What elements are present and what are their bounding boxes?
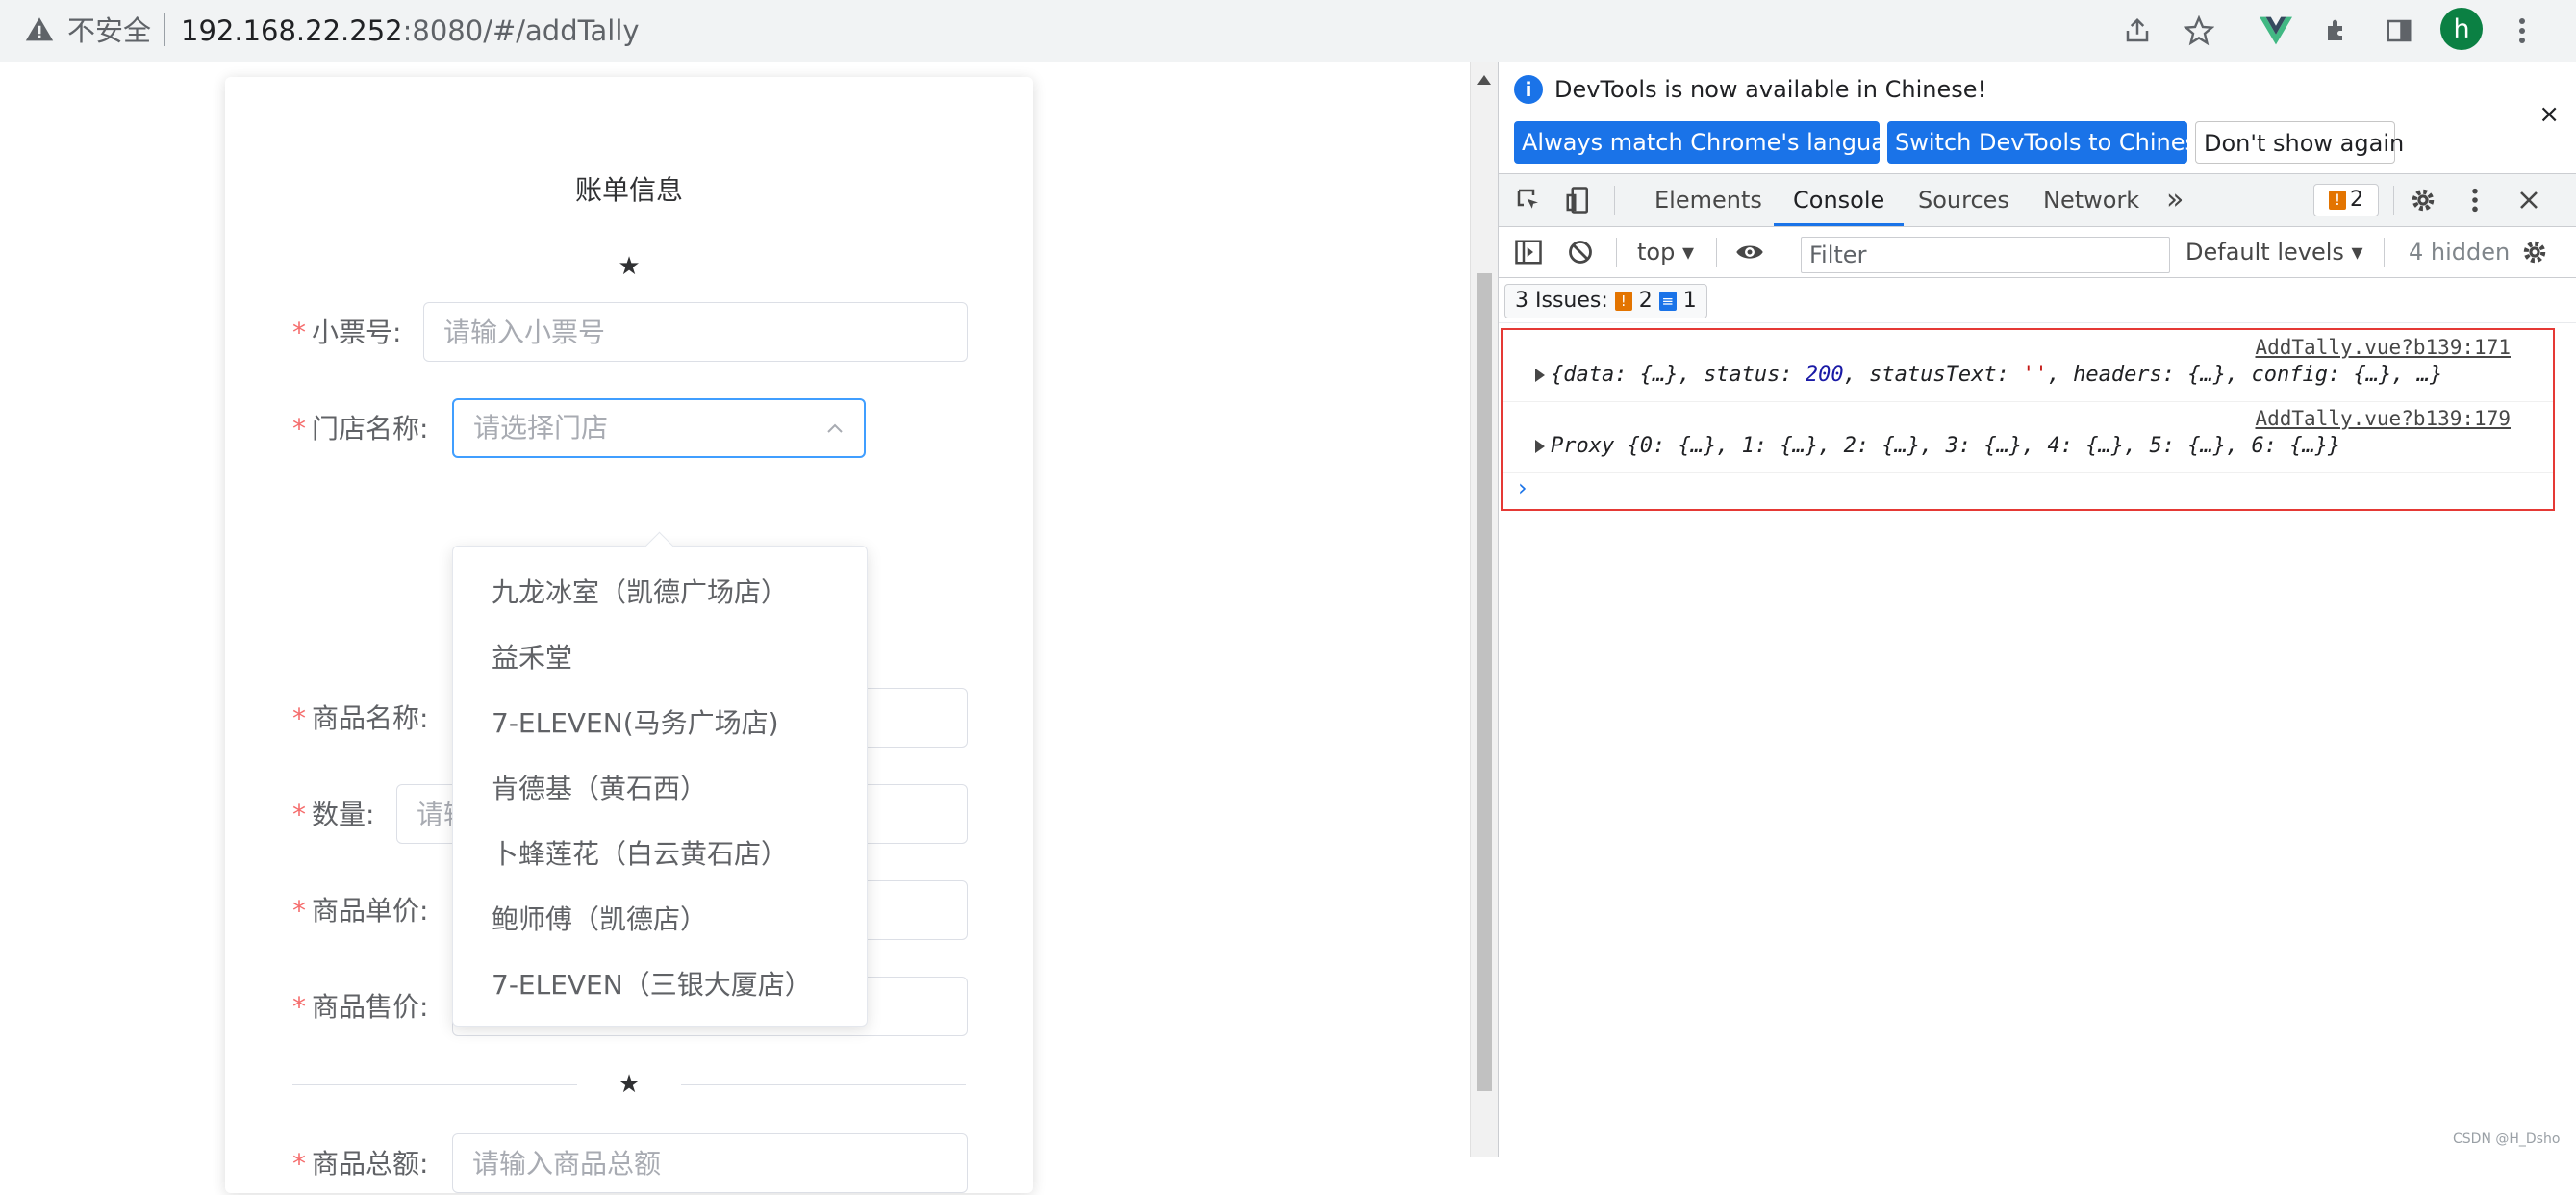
infobar-message: DevTools is now available in Chinese! — [1554, 76, 1987, 103]
store-option[interactable]: 九龙冰室（凯德广场店） — [453, 560, 867, 625]
log-message: {data: {…}, status: 200, statusText: '',… — [1551, 363, 2443, 387]
star-icon: ★ — [618, 1070, 641, 1099]
show-sidebar-icon[interactable] — [1514, 238, 1543, 267]
store-option[interactable]: 7-ELEVEN(马务广场店) — [453, 691, 867, 756]
bookmark-star-icon[interactable] — [2178, 10, 2220, 52]
store-dropdown: 九龙冰室（凯德广场店） 益禾堂 7-ELEVEN(马务广场店) 肯德基（黄石西）… — [452, 531, 868, 1027]
log-source-link[interactable]: AddTally.vue?b139:171 — [2255, 336, 2511, 359]
tab-network[interactable]: Network — [2043, 174, 2139, 226]
star-icon: ★ — [618, 252, 641, 281]
section-divider-3: ★ — [292, 1068, 966, 1101]
caret-down-icon: ▾ — [2351, 239, 2363, 266]
clear-console-icon[interactable] — [1566, 238, 1595, 267]
browser-menu-kebab-icon[interactable] — [2501, 10, 2543, 52]
log-message: Proxy {0: {…}, 1: {…}, 2: {…}, 3: {…}, 4… — [1551, 434, 2341, 458]
inspect-element-icon[interactable] — [1514, 186, 1543, 215]
watermark: CSDN @H_Dsho — [2453, 1131, 2561, 1147]
page-viewport: 账单信息 ★ *小票号: *门店名称: 请选择门店 *商品名称: *数量: — [0, 62, 1470, 1193]
page-scrollbar[interactable] — [1470, 62, 1498, 1157]
store-option[interactable]: 益禾堂 — [453, 625, 867, 691]
device-toolbar-icon[interactable] — [1564, 186, 1593, 215]
infobar-close-icon[interactable]: × — [2538, 100, 2560, 129]
total-label: * 商品总额: — [292, 1148, 429, 1180]
ticket-no-input[interactable] — [423, 302, 968, 362]
tab-elements[interactable]: Elements — [1654, 174, 1762, 226]
quantity-label: * 数量: — [292, 799, 375, 830]
scroll-up-arrow-icon[interactable] — [1477, 75, 1491, 85]
url-text[interactable]: 192.168.22.252:8080/#/addTally — [181, 10, 640, 52]
browser-address-bar: 不安全 192.168.22.252:8080/#/addTally h — [0, 0, 2576, 63]
console-settings-gear-icon[interactable] — [2520, 238, 2549, 267]
warning-icon: ! — [1614, 292, 1632, 311]
js-context-selector[interactable]: top ▾ — [1637, 227, 1694, 277]
console-prompt-icon[interactable]: › — [1518, 474, 1528, 501]
issues-counter-badge[interactable]: ! 2 — [2313, 184, 2379, 216]
info-icon: i — [1514, 75, 1543, 104]
section-divider: ★ — [292, 250, 966, 283]
context-label: top — [1637, 239, 1676, 266]
issues-info-count: 1 — [1682, 289, 1697, 313]
expand-triangle-icon[interactable] — [1535, 369, 1545, 382]
sale-price-label: * 商品售价: — [292, 991, 429, 1023]
issues-summary-button[interactable]: 3 Issues: ! 2 ≡ 1 — [1504, 284, 1707, 318]
devtools-tab-bar: Elements Console Sources Network » ! 2 — [1499, 174, 2576, 227]
tab-sources[interactable]: Sources — [1918, 174, 2009, 226]
caret-down-icon: ▾ — [1681, 239, 1695, 266]
switch-to-chinese-button[interactable]: Switch DevTools to Chinese — [1887, 121, 2211, 164]
log-source-link[interactable]: AddTally.vue?b139:179 — [2255, 407, 2511, 430]
close-devtools-icon[interactable] — [2514, 186, 2543, 215]
warning-triangle-icon[interactable] — [23, 13, 56, 46]
console-log-entry[interactable]: AddTally.vue?b139:179 Proxy {0: {…}, 1: … — [1503, 401, 2553, 473]
store-select[interactable]: 请选择门店 — [452, 398, 866, 458]
total-input[interactable] — [452, 1133, 968, 1193]
warning-icon: ! — [2329, 191, 2346, 210]
issues-bar: 3 Issues: ! 2 ≡ 1 — [1499, 278, 2576, 323]
levels-label: Default levels — [2185, 239, 2344, 266]
store-option[interactable]: 肯德基（黄石西） — [453, 756, 867, 822]
address-separator — [164, 13, 165, 46]
console-toolbar: top ▾ Default levels ▾ 4 hidden — [1499, 227, 2576, 278]
side-panel-icon[interactable] — [2378, 10, 2420, 52]
dont-show-again-button[interactable]: Don't show again — [2195, 121, 2404, 164]
live-expression-eye-icon[interactable] — [1735, 238, 1764, 267]
url-path: :8080/#/addTally — [402, 14, 640, 47]
customize-kebab-icon[interactable] — [2461, 186, 2489, 215]
log-levels-dropdown[interactable]: Default levels ▾ — [2185, 227, 2363, 277]
devtools-panel: i DevTools is now available in Chinese! … — [1498, 62, 2576, 1157]
settings-gear-icon[interactable] — [2409, 186, 2437, 215]
store-option[interactable]: 卜蜂莲花（白云黄石店） — [453, 822, 867, 887]
scrollbar-thumb[interactable] — [1477, 273, 1492, 1091]
extensions-puzzle-icon[interactable] — [2316, 10, 2359, 52]
unit-price-label: * 商品单价: — [292, 895, 429, 927]
devtools-language-infobar: i DevTools is now available in Chinese! … — [1499, 62, 2576, 174]
issues-warn-count: 2 — [1638, 289, 1653, 313]
always-match-language-button[interactable]: Always match Chrome's language — [1514, 121, 1914, 164]
console-filter-input[interactable] — [1801, 237, 2170, 273]
vue-devtools-icon[interactable] — [2255, 10, 2297, 52]
issues-label: 3 Issues: — [1515, 289, 1608, 313]
console-log-entry[interactable]: AddTally.vue?b139:171 {data: {…}, status… — [1503, 330, 2553, 402]
chevron-up-icon — [827, 423, 843, 433]
tab-console[interactable]: Console — [1773, 174, 1905, 226]
share-icon[interactable] — [2116, 10, 2159, 52]
url-host: 192.168.22.252 — [181, 14, 403, 47]
store-label: * 门店名称: — [292, 413, 429, 445]
ticket-no-label: * 小票号: — [292, 317, 402, 348]
form-title: 账单信息 — [574, 174, 683, 206]
store-option[interactable]: 鲍师傅（凯德店） — [453, 887, 867, 953]
store-select-placeholder: 请选择门店 — [473, 412, 609, 444]
console-output: AddTally.vue?b139:171 {data: {…}, status… — [1501, 328, 2555, 511]
product-name-label: * 商品名称: — [292, 702, 429, 734]
info-message-icon: ≡ — [1658, 292, 1677, 311]
profile-avatar[interactable]: h — [2440, 8, 2483, 50]
insecure-label[interactable]: 不安全 — [67, 10, 151, 52]
hidden-messages-count: 4 hidden — [2409, 239, 2511, 266]
expand-triangle-icon[interactable] — [1535, 440, 1545, 453]
store-option[interactable]: 7-ELEVEN（三银大厦店） — [453, 953, 867, 1018]
more-tabs-chevron-icon[interactable]: » — [2166, 174, 2184, 226]
